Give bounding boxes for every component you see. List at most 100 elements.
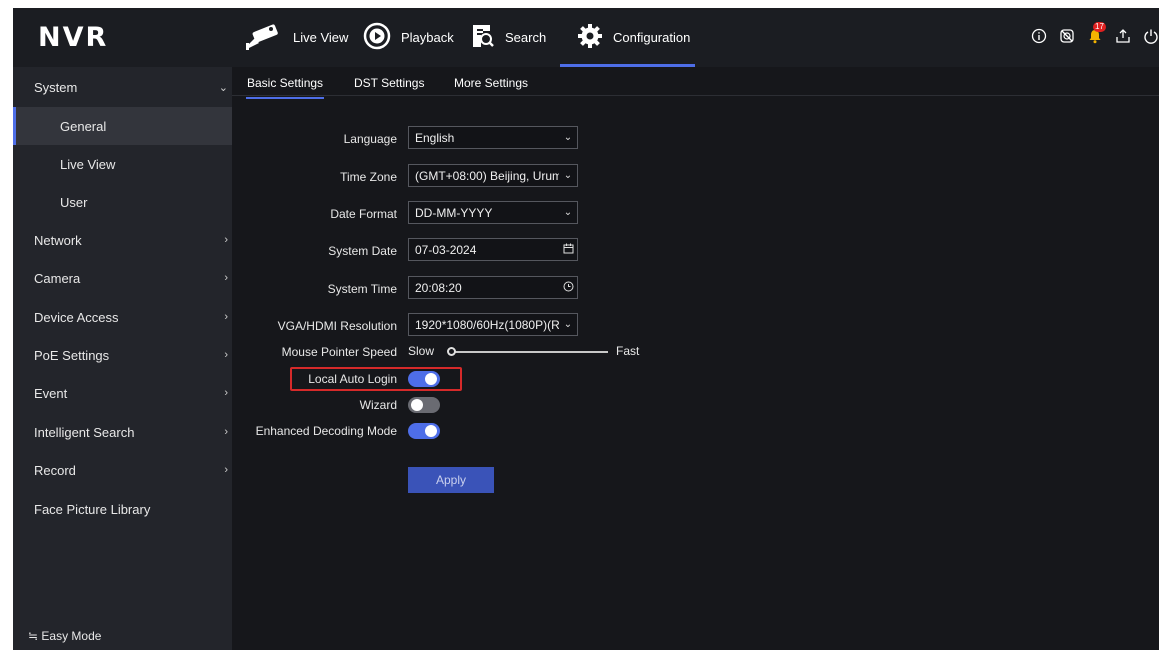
time-zone-select[interactable]: (GMT+08:00) Beijing, Urumqi ⌄ (408, 164, 578, 187)
power-icon[interactable] (1143, 28, 1159, 44)
language-label: Language (343, 132, 397, 146)
time-zone-label: Time Zone (340, 170, 397, 184)
sidebar-item-label: User (60, 194, 88, 210)
sidebar-item-label: Face Picture Library (34, 501, 151, 517)
nav-playback-label: Playback (401, 30, 454, 45)
apply-button[interactable]: Apply (408, 467, 494, 493)
chevron-down-icon: ⌄ (559, 132, 577, 143)
export-icon[interactable] (1115, 28, 1131, 44)
top-bar: NVR Live View Playback Search Configurat… (13, 8, 1159, 67)
chevron-down-icon: ⌄ (559, 207, 577, 218)
system-date-value: 07-03-2024 (415, 242, 477, 257)
toggle-knob (411, 399, 423, 411)
tab-dst-settings[interactable]: DST Settings (354, 76, 424, 90)
sidebar-item-label: System (34, 79, 78, 95)
slider-thumb[interactable] (447, 347, 456, 356)
sidebar-item-poe-settings[interactable]: PoE Settings › (13, 336, 232, 374)
time-zone-value: (GMT+08:00) Beijing, Urumqi (415, 168, 559, 183)
alarm-bell-icon[interactable]: 17 (1087, 22, 1106, 44)
nav-search-label: Search (505, 30, 547, 45)
sidebar-item-label: Intelligent Search (34, 424, 135, 440)
clock-icon[interactable] (559, 280, 577, 295)
sidebar-item-intelligent-search[interactable]: Intelligent Search › (13, 413, 232, 451)
main-panel: Basic Settings DST Settings More Setting… (232, 67, 1159, 650)
playback-icon (363, 22, 391, 53)
nav-configuration[interactable]: Configuration (560, 8, 695, 67)
resolution-value: 1920*1080/60Hz(1080P)(Recommended) (415, 317, 559, 332)
date-format-value: DD-MM-YYYY (415, 205, 493, 220)
alarm-count-badge: 17 (1093, 22, 1106, 32)
sidebar-item-user[interactable]: User (13, 183, 232, 221)
system-time-value: 20:08:20 (415, 280, 462, 295)
sidebar-item-face-picture-library[interactable]: Face Picture Library (13, 490, 232, 528)
sidebar-item-system[interactable]: System ⌄ (13, 68, 232, 106)
language-select[interactable]: English ⌄ (408, 126, 578, 149)
chevron-down-icon: ⌄ (559, 319, 577, 330)
toggle-knob (425, 425, 437, 437)
sidebar-item-label: Network (34, 232, 82, 248)
tab-more-settings[interactable]: More Settings (454, 76, 528, 90)
sidebar-item-label: Live View (60, 156, 116, 172)
system-time-label: System Time (327, 282, 397, 296)
local-auto-login-label: Local Auto Login (308, 372, 397, 386)
date-format-select[interactable]: DD-MM-YYYY ⌄ (408, 201, 578, 224)
wizard-label: Wizard (359, 398, 397, 412)
slider-fast-label: Fast (616, 344, 640, 358)
toggle-knob (425, 373, 437, 385)
app-logo: NVR (38, 22, 109, 53)
sidebar-item-label: Record (34, 462, 76, 478)
mouse-speed-label: Mouse Pointer Speed (281, 345, 397, 359)
sidebar-item-camera[interactable]: Camera › (13, 259, 232, 297)
nav-search[interactable]: Search (471, 8, 546, 67)
calendar-icon[interactable] (559, 242, 577, 257)
gear-icon (577, 23, 603, 52)
chevron-right-icon: › (224, 464, 228, 476)
slider-slow-label: Slow (408, 344, 435, 358)
system-time-input[interactable]: 20:08:20 (408, 276, 578, 299)
sidebar-item-label: Camera (34, 270, 81, 286)
chevron-right-icon: › (224, 234, 228, 246)
chevron-down-icon: ⌄ (559, 170, 577, 181)
nav-playback[interactable]: Playback (363, 8, 454, 67)
chevron-right-icon: › (224, 387, 228, 399)
tab-basic-settings[interactable]: Basic Settings (245, 76, 325, 99)
sidebar-item-record[interactable]: Record › (13, 451, 232, 489)
info-icon[interactable] (1031, 28, 1047, 44)
cctv-camera-icon (245, 22, 283, 53)
nav-live-view[interactable]: Live View (245, 8, 348, 67)
sidebar-item-live-view[interactable]: Live View (13, 145, 232, 183)
chevron-down-icon: ⌄ (218, 81, 228, 94)
chevron-right-icon: › (224, 426, 228, 438)
search-file-icon (471, 23, 495, 52)
sidebar-item-device-access[interactable]: Device Access › (13, 298, 232, 336)
sidebar: System ⌄ General Live View User Network … (13, 67, 232, 650)
system-date-input[interactable]: 07-03-2024 (408, 238, 578, 261)
enhanced-decoding-label: Enhanced Decoding Mode (255, 424, 397, 438)
nav-configuration-label: Configuration (613, 30, 691, 45)
chevron-right-icon: › (224, 272, 228, 284)
camera-off-icon[interactable] (1059, 28, 1075, 44)
nav-live-view-label: Live View (293, 30, 349, 45)
resolution-label: VGA/HDMI Resolution (277, 319, 397, 333)
mouse-speed-slider: Slow Fast (408, 344, 648, 360)
sidebar-item-label: Device Access (34, 309, 119, 325)
resolution-select[interactable]: 1920*1080/60Hz(1080P)(Recommended) ⌄ (408, 313, 578, 336)
chevron-right-icon: › (224, 311, 228, 323)
system-icons: 17 (1031, 22, 1159, 44)
sidebar-item-general[interactable]: General (13, 107, 232, 145)
sidebar-item-label: Event (34, 385, 68, 401)
sidebar-item-event[interactable]: Event › (13, 374, 232, 412)
local-auto-login-toggle[interactable] (408, 371, 440, 387)
wizard-toggle[interactable] (408, 397, 440, 413)
date-format-label: Date Format (330, 207, 397, 221)
sidebar-item-network[interactable]: Network › (13, 221, 232, 259)
enhanced-decoding-toggle[interactable] (408, 423, 440, 439)
chevron-right-icon: › (224, 349, 228, 361)
language-value: English (415, 130, 455, 145)
system-date-label: System Date (328, 244, 397, 258)
tab-bar: Basic Settings DST Settings More Setting… (232, 67, 1159, 99)
sidebar-item-label: General (60, 118, 107, 134)
slider-track[interactable] (452, 351, 608, 353)
easy-mode-button[interactable]: ≒ Easy Mode (28, 629, 101, 643)
sidebar-item-label: PoE Settings (34, 347, 110, 363)
